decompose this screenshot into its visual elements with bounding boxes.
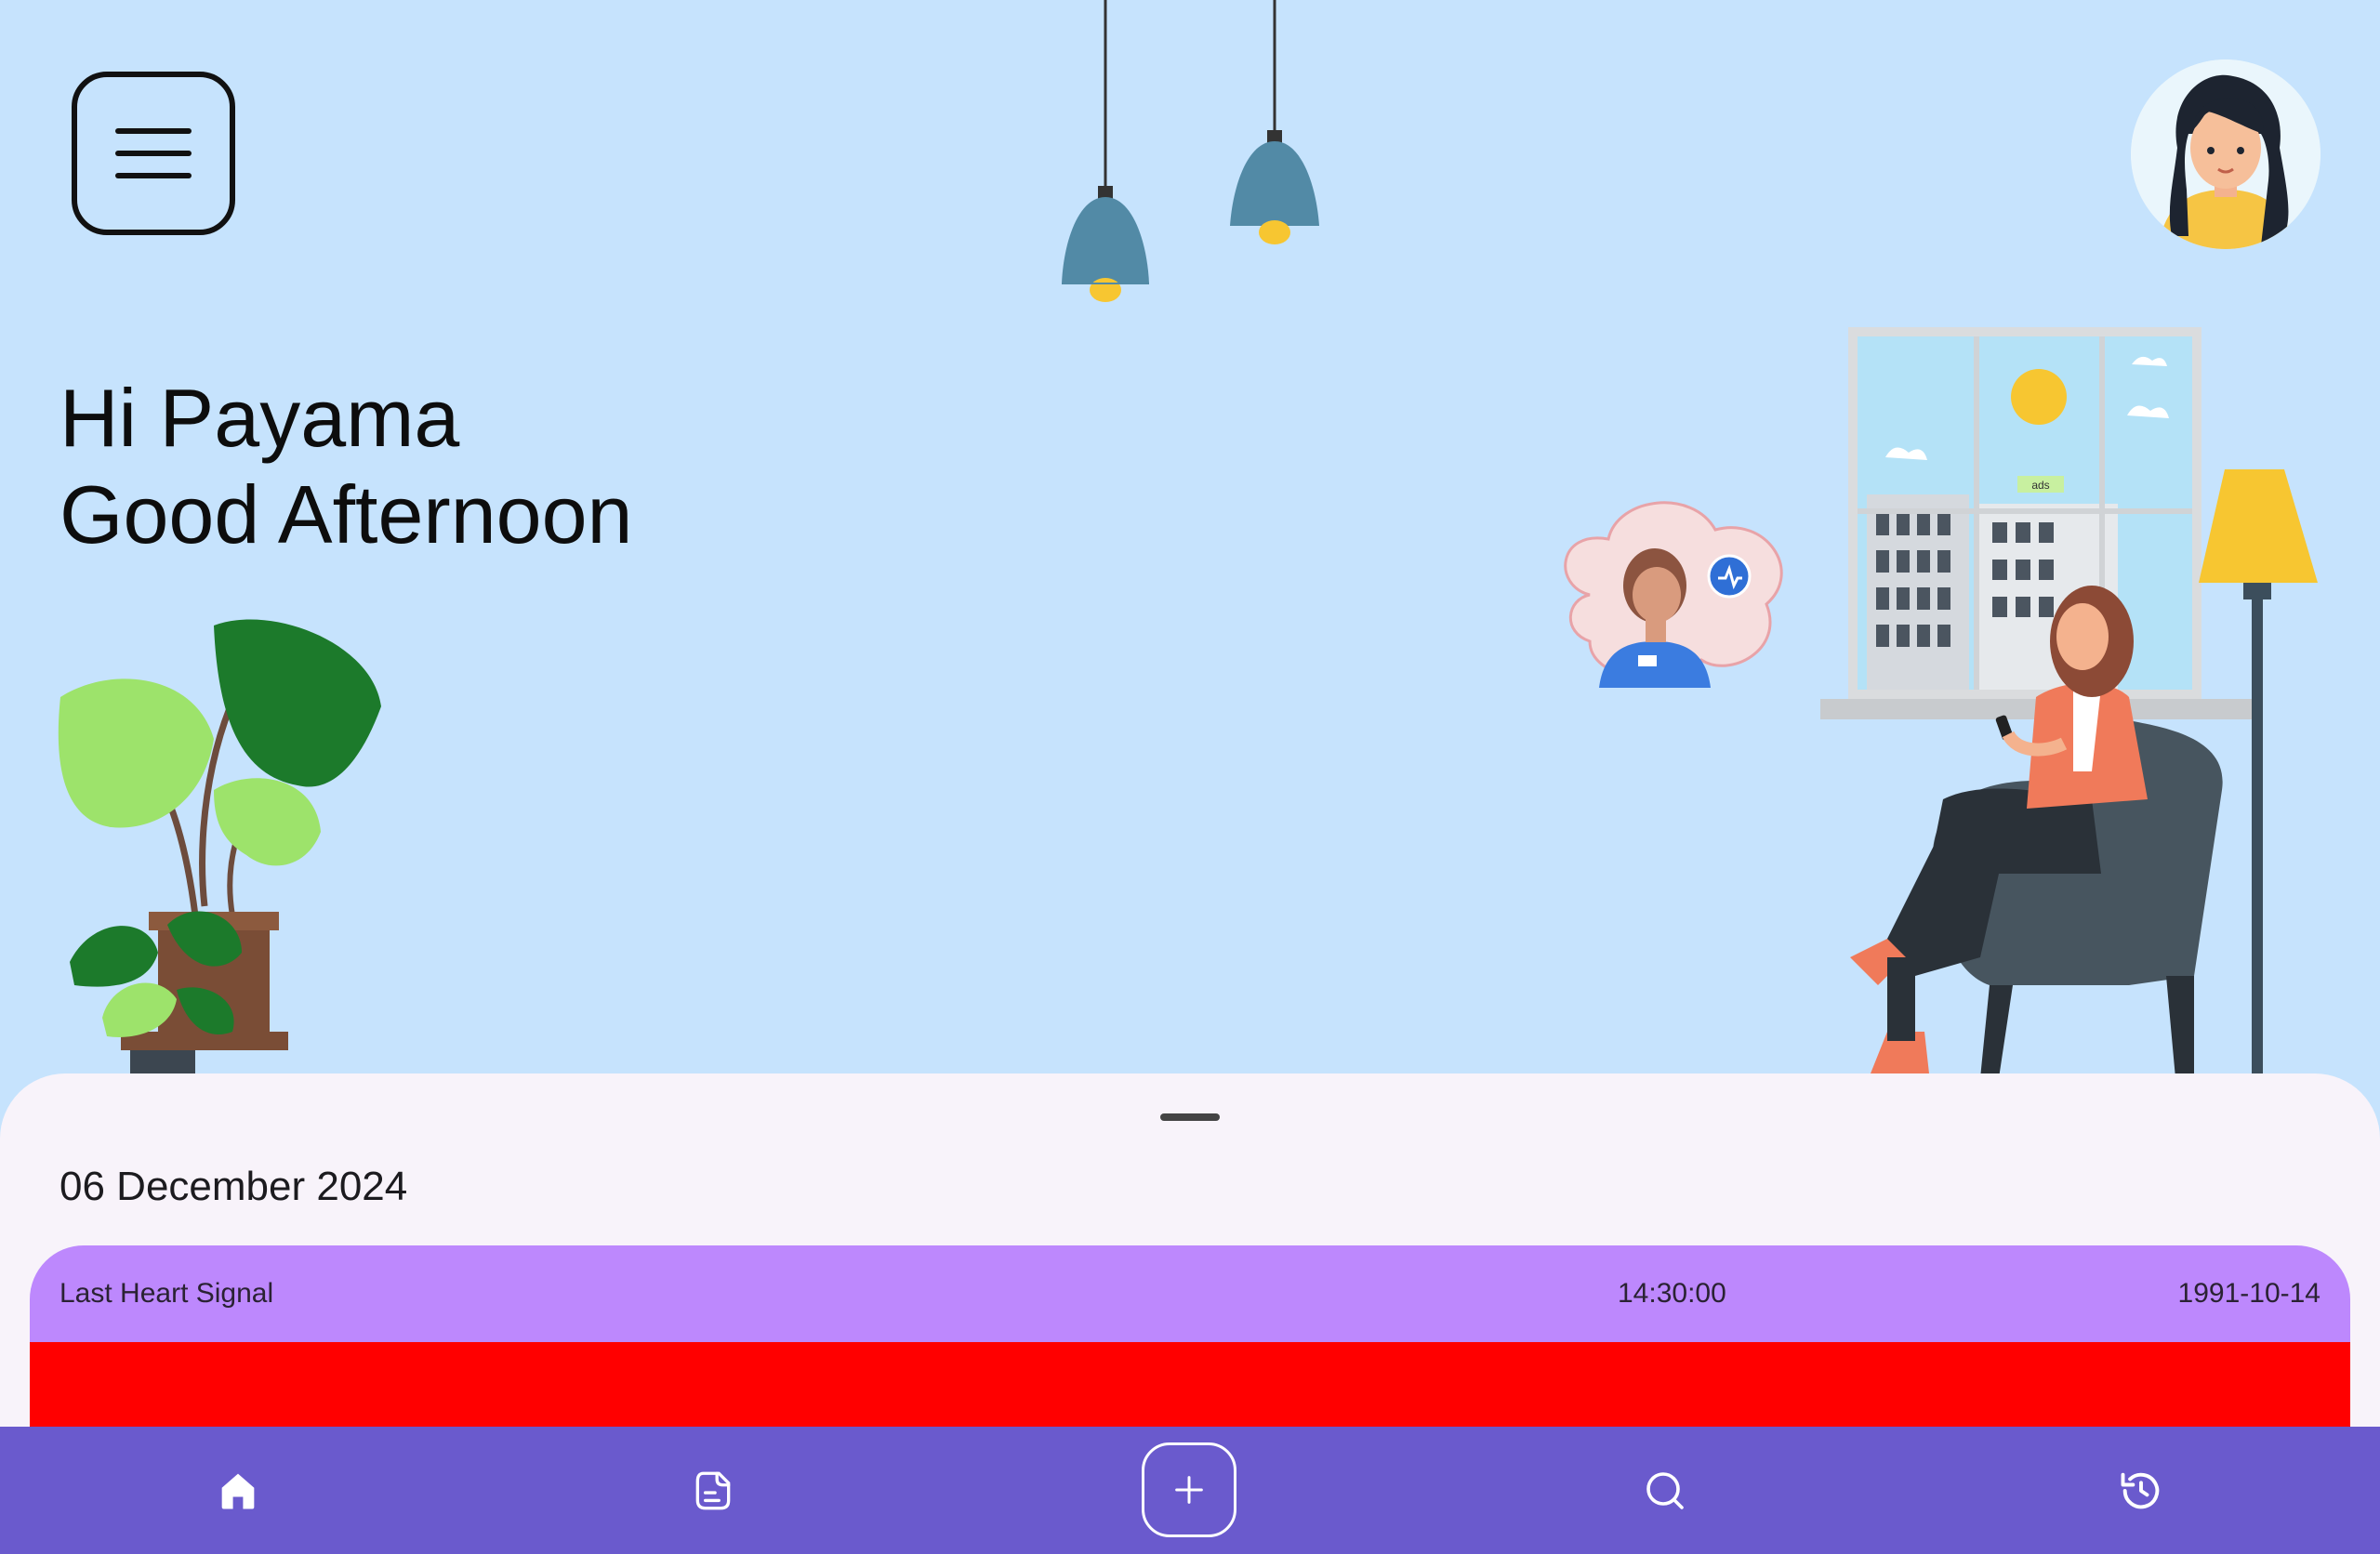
heart-signal-card[interactable]: Last Heart Signal 14:30:00 1991-10-14 — [30, 1245, 2350, 1431]
menu-icon-line — [115, 128, 192, 134]
search-icon — [1646, 1472, 1684, 1509]
nav-search-button[interactable] — [1624, 1450, 1706, 1532]
avatar-icon — [2131, 59, 2320, 249]
woman-on-phone-illustration — [1850, 586, 2223, 1078]
menu-button[interactable] — [72, 72, 235, 235]
current-date: 06 December 2024 — [60, 1164, 408, 1209]
greeting-text: Hi Payama Good Afternoon — [60, 370, 632, 563]
home-icon — [221, 1473, 255, 1509]
nav-documents-button[interactable] — [672, 1450, 754, 1532]
add-icon — [1175, 1476, 1203, 1504]
nav-history-button[interactable] — [2100, 1450, 2182, 1532]
heart-signal-status-bar — [30, 1342, 2350, 1431]
greeting-name: Hi Payama — [60, 372, 460, 464]
heart-signal-time: 14:30:00 — [1618, 1278, 1726, 1309]
nav-home-button[interactable] — [197, 1450, 279, 1532]
heart-signal-card-header: Last Heart Signal 14:30:00 1991-10-14 — [30, 1245, 2350, 1342]
doctor-thought-bubble-illustration — [1564, 501, 1783, 688]
heart-signal-label: Last Heart Signal — [60, 1278, 274, 1309]
bottom-navigation-bar — [0, 1427, 2380, 1554]
pendant-lamps-illustration — [1062, 0, 1319, 302]
menu-icon-line — [115, 173, 192, 178]
menu-icon-line — [115, 151, 192, 156]
nav-add-button[interactable] — [1142, 1442, 1236, 1537]
heart-signal-date: 1991-10-14 — [2177, 1278, 2320, 1309]
user-avatar[interactable] — [2131, 59, 2320, 249]
billboard-text: ads — [2031, 479, 2049, 492]
sheet-drag-handle[interactable] — [1160, 1113, 1220, 1121]
history-icon — [2121, 1472, 2160, 1509]
hero-section: Hi Payama Good Afternoon ads — [0, 0, 2380, 1078]
document-icon — [695, 1471, 731, 1510]
greeting-time-of-day: Good Afternoon — [60, 468, 633, 560]
bottom-sheet[interactable]: 06 December 2024 Last Heart Signal 14:30… — [0, 1073, 2380, 1431]
plant-illustration — [58, 619, 381, 1078]
